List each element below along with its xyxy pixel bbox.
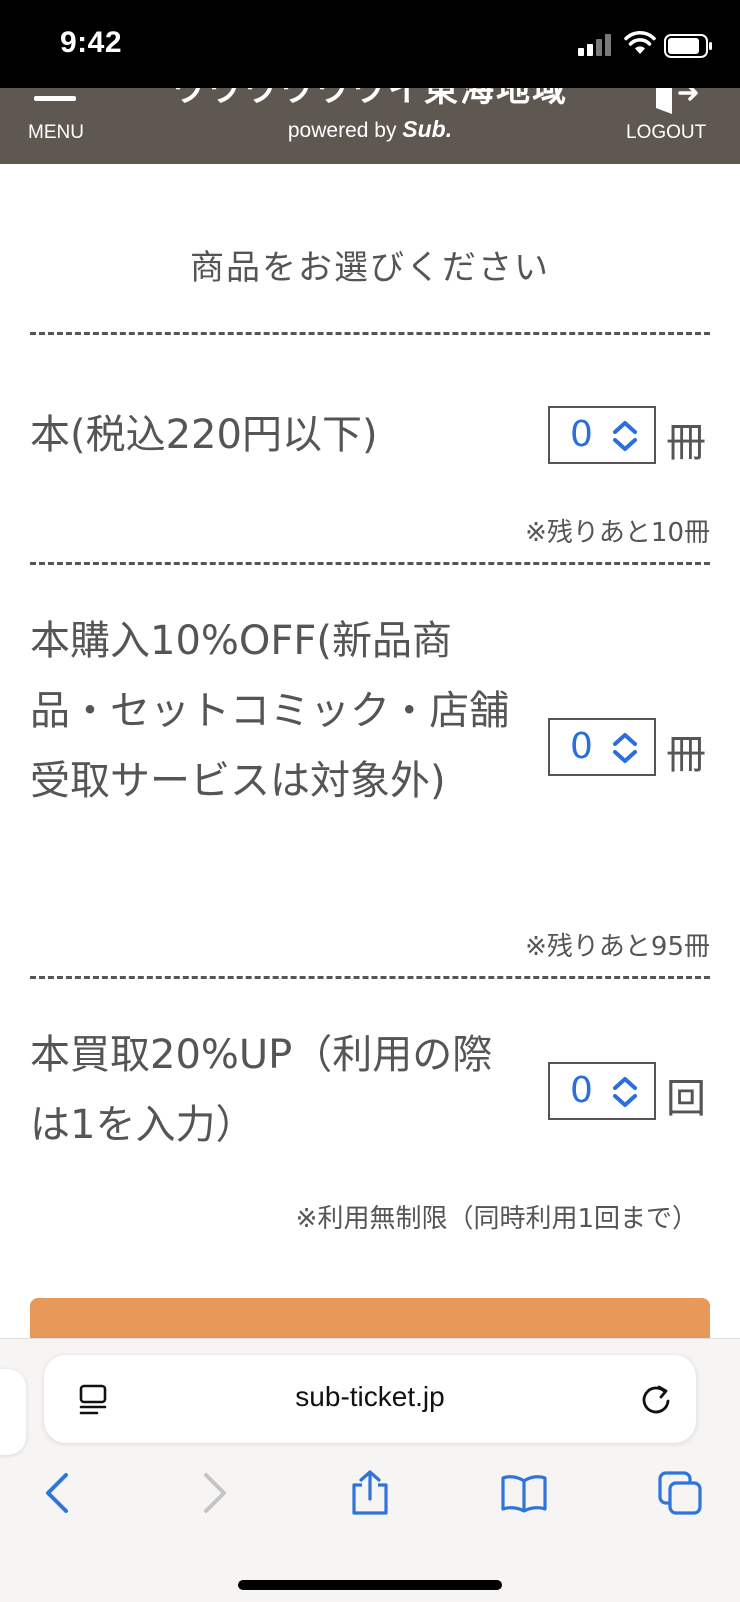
previous-tab-preview[interactable]: [0, 1369, 26, 1455]
divider: [30, 332, 710, 335]
address-bar[interactable]: sub-ticket.jp: [44, 1355, 696, 1443]
address-url: sub-ticket.jp: [295, 1381, 445, 1412]
back-arrow-icon[interactable]: [34, 1469, 82, 1517]
quantity-value: 0: [570, 726, 593, 767]
logout-button[interactable]: LOGOUT: [624, 88, 720, 164]
product-name-discount: 本購入10%OFF(新品商品・セットコミック・店舗受取サービスは対象外): [30, 618, 510, 804]
divider: [30, 562, 710, 565]
remaining-note: ※利用無制限（同時利用1回まで）: [295, 1204, 698, 1234]
chevron-up-down-icon: [613, 1077, 637, 1107]
status-bar: 9:42: [0, 0, 740, 88]
product-name-buyback: 本買取20%UP（利用の際は1を入力）: [30, 1032, 493, 1148]
share-icon[interactable]: [346, 1469, 394, 1517]
remaining-note: ※残りあと95冊: [525, 932, 710, 962]
chevron-up-down-icon: [613, 733, 637, 763]
battery-icon: [664, 34, 712, 58]
powered-prefix: powered by: [287, 119, 403, 142]
home-indicator: [238, 1580, 502, 1590]
quantity-select-book[interactable]: 0: [548, 406, 656, 464]
page-heading: 商品をお選びください: [190, 248, 550, 288]
unit-label: 回: [666, 1076, 706, 1122]
cellular-signal-icon: [578, 32, 614, 56]
quantity-select-discount[interactable]: 0: [548, 718, 656, 776]
quantity-value: 0: [570, 414, 593, 455]
unit-label: 冊: [666, 732, 706, 778]
quantity-value: 0: [570, 1070, 593, 1111]
wifi-icon: [624, 31, 656, 54]
logout-label: LOGOUT: [626, 122, 707, 143]
app-header: ワワワワワワイ東海地域 MENU powered by Sub. LOGOUT: [0, 88, 740, 164]
chevron-up-down-icon: [613, 421, 637, 451]
status-time: 9:42: [60, 26, 123, 59]
unit-label: 冊: [666, 420, 706, 466]
brand-logo-text: Sub.: [402, 116, 453, 142]
browser-toolbar: sub-ticket.jp: [0, 1338, 740, 1602]
quantity-select-buyback[interactable]: 0: [548, 1062, 656, 1120]
logout-door-icon: [656, 88, 698, 114]
tabs-overview-icon[interactable]: [656, 1469, 704, 1517]
forward-arrow-icon[interactable]: [190, 1469, 238, 1517]
product-name-book: 本(税込220円以下): [30, 412, 378, 458]
hamburger-menu-icon: [34, 88, 76, 106]
bookmarks-book-icon[interactable]: [500, 1469, 548, 1517]
remaining-note: ※残りあと10冊: [525, 518, 710, 548]
reload-icon[interactable]: [638, 1381, 674, 1417]
divider: [30, 976, 710, 979]
